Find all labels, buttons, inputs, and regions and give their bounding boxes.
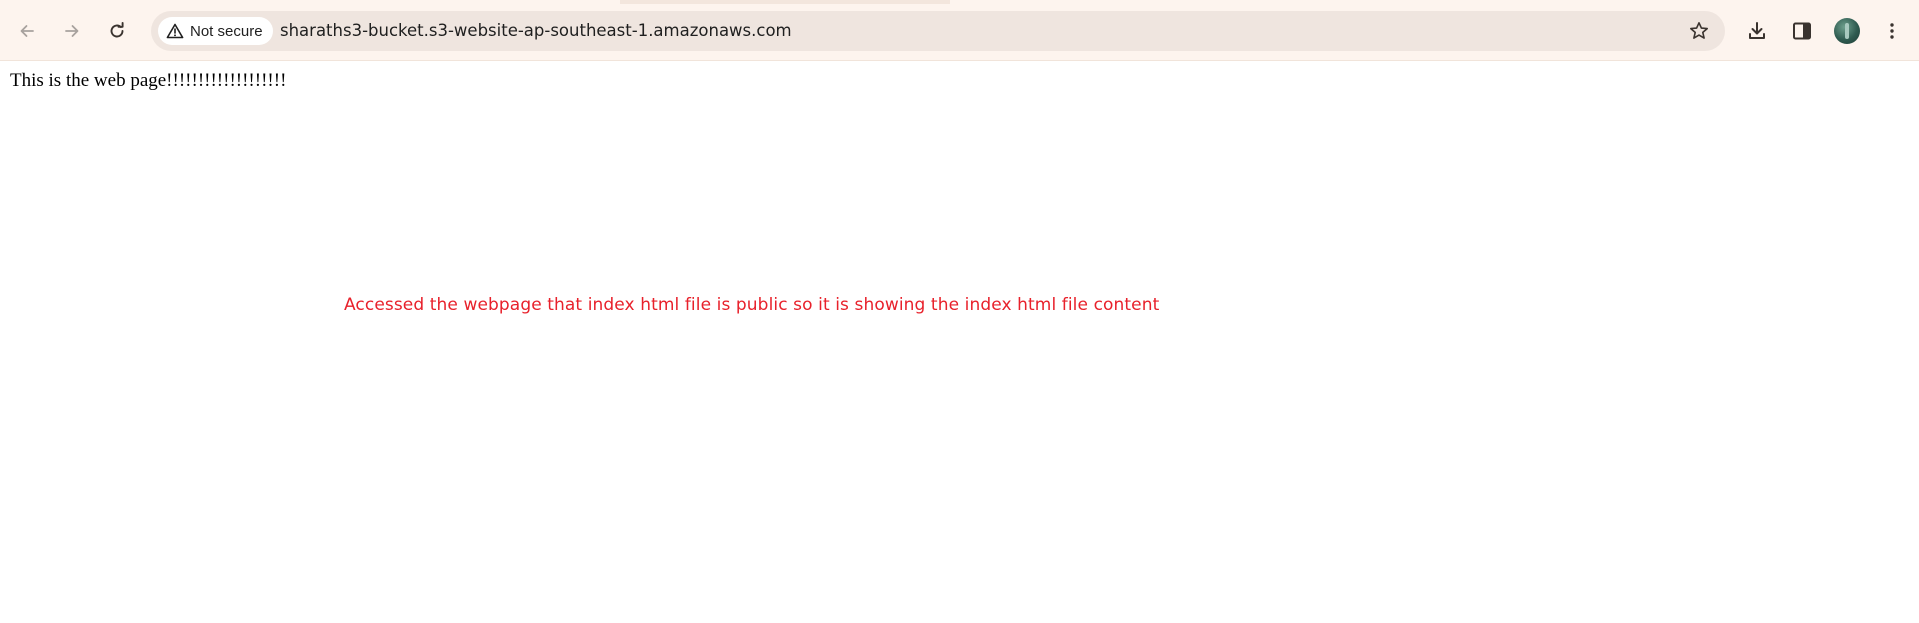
- browser-menu-button[interactable]: [1874, 13, 1910, 49]
- back-button[interactable]: [9, 13, 45, 49]
- tab-strip-edge: [0, 0, 1919, 4]
- kebab-menu-icon: [1890, 23, 1894, 39]
- avatar: [1834, 18, 1860, 44]
- url-text[interactable]: sharaths3-bucket.s3-website-ap-southeast…: [280, 11, 792, 51]
- security-label: Not secure: [190, 22, 263, 40]
- security-indicator-chip[interactable]: Not secure: [158, 17, 273, 45]
- forward-button[interactable]: [54, 13, 90, 49]
- star-icon: [1690, 22, 1708, 39]
- annotation-note: Accessed the webpage that index html fil…: [344, 295, 1160, 315]
- profile-button[interactable]: [1829, 13, 1865, 49]
- downloads-button[interactable]: [1739, 13, 1775, 49]
- address-bar[interactable]: Not secure sharaths3-bucket.s3-website-a…: [151, 11, 1725, 51]
- reload-button[interactable]: [99, 13, 135, 49]
- bookmark-button[interactable]: [1683, 15, 1715, 47]
- side-panel-button[interactable]: [1784, 13, 1820, 49]
- page-body-text: This is the web page!!!!!!!!!!!!!!!!!!!: [10, 70, 287, 91]
- back-arrow-icon: [20, 25, 34, 37]
- side-panel-icon: [1793, 22, 1811, 40]
- reload-icon: [110, 21, 124, 38]
- warning-triangle-icon: [166, 23, 184, 39]
- web-page-viewport: This is the web page!!!!!!!!!!!!!!!!!!! …: [0, 61, 1919, 623]
- browser-toolbar: Not secure sharaths3-bucket.s3-website-a…: [0, 0, 1919, 61]
- forward-arrow-icon: [65, 25, 79, 37]
- download-icon: [1749, 22, 1765, 39]
